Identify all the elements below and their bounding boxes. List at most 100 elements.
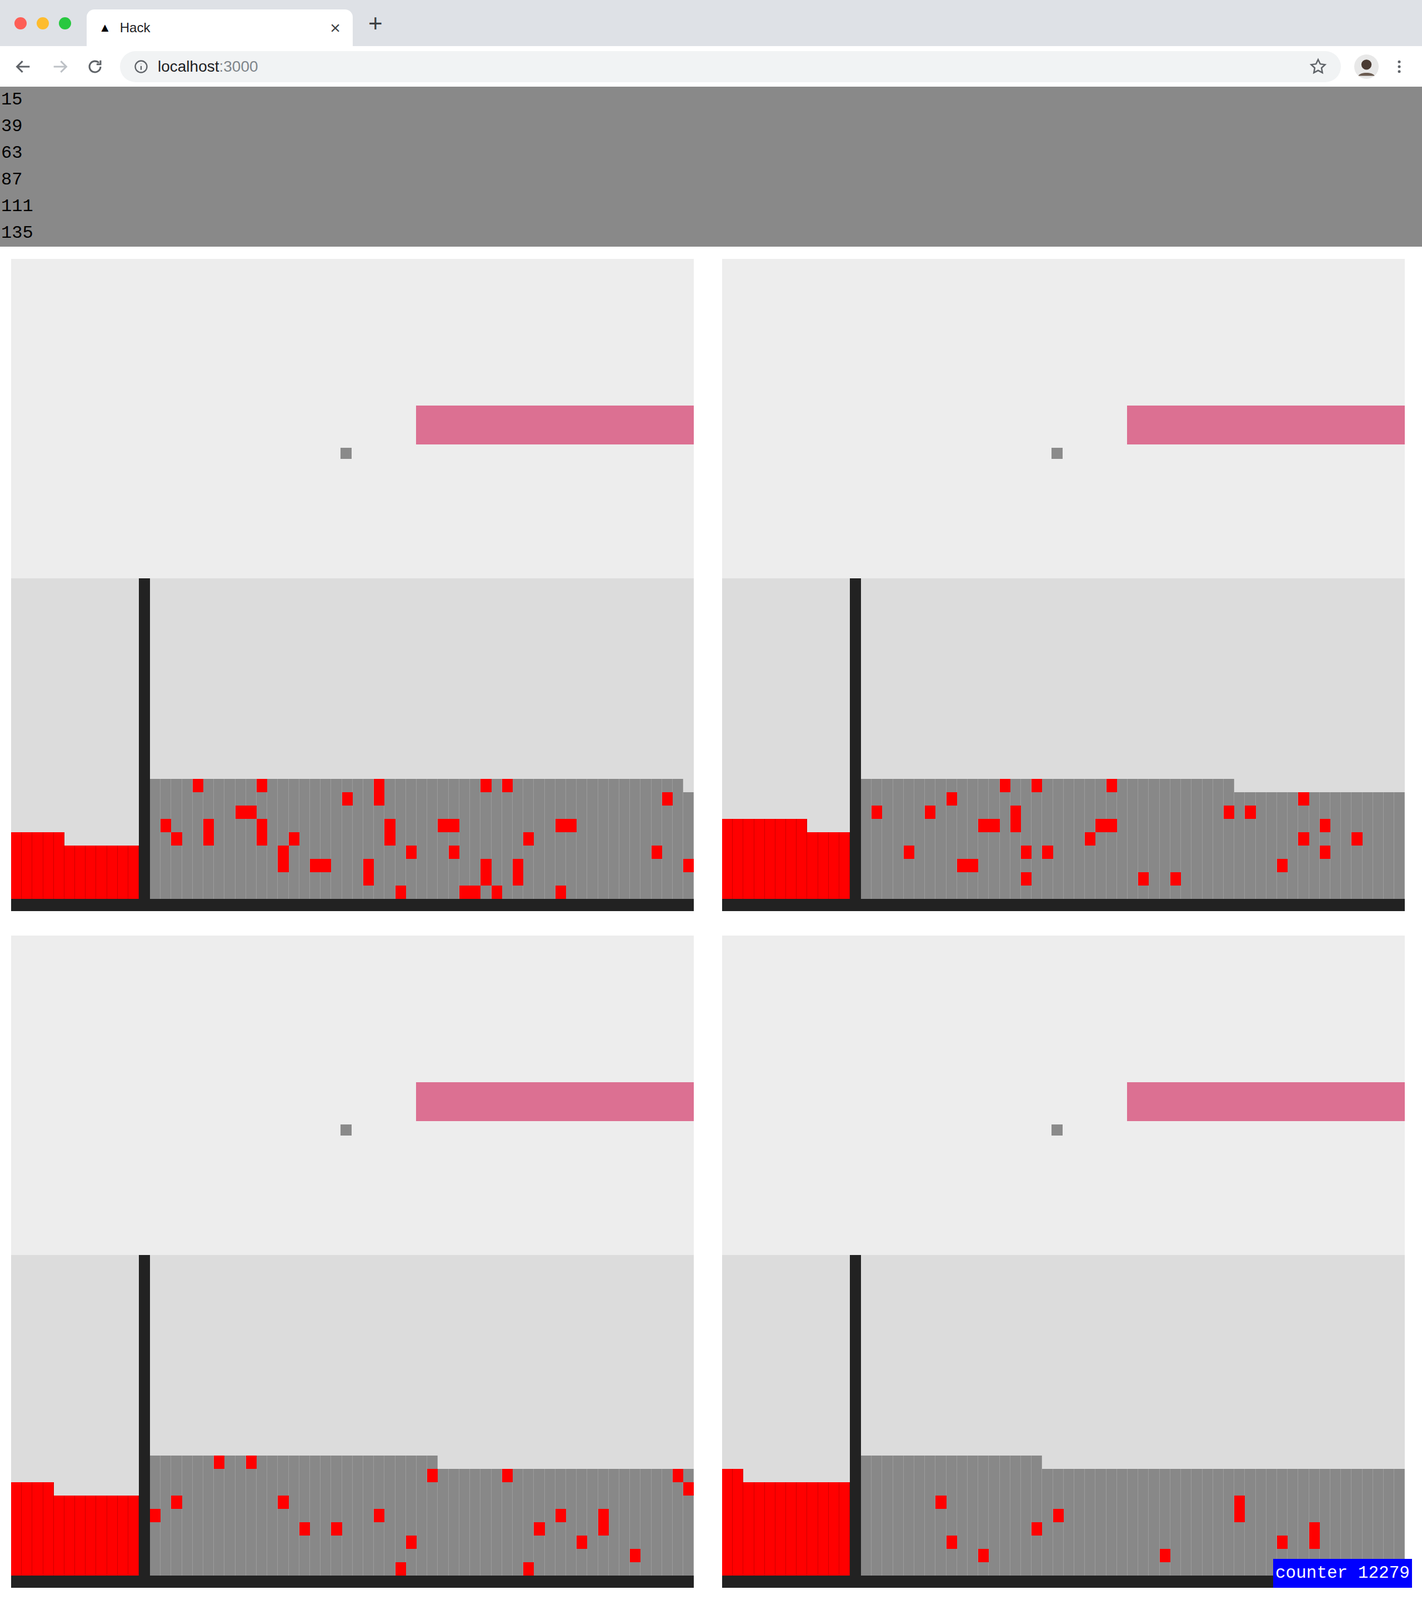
gray-cell (277, 1561, 289, 1576)
gray-cell (924, 1535, 936, 1549)
gray-cell (299, 778, 310, 793)
gray-cell (1223, 1561, 1235, 1576)
gray-cell (1234, 1561, 1245, 1576)
gray-cell (533, 1561, 545, 1576)
gray-cell (235, 1535, 247, 1549)
gray-cell (1298, 1468, 1309, 1482)
forward-arrow-icon[interactable] (50, 57, 70, 77)
red-column (732, 818, 744, 899)
gray-cell (523, 1468, 534, 1482)
gray-cell (182, 1521, 193, 1536)
gray-cell (1031, 1481, 1043, 1496)
gray-cell (342, 1508, 353, 1522)
gray-cell (224, 1548, 235, 1562)
close-window-button[interactable] (14, 17, 27, 30)
red-column (743, 818, 754, 899)
gray-cell (1020, 858, 1032, 873)
gray-cell (1266, 1481, 1278, 1496)
gray-cell (277, 1548, 289, 1562)
gray-cell (192, 792, 204, 806)
gray-cell (309, 832, 321, 846)
gray-cell (1084, 792, 1096, 806)
gray-column (235, 1455, 247, 1576)
gray-cell (1213, 1561, 1224, 1576)
gray-cell (171, 885, 182, 899)
gray-cell (566, 1508, 577, 1522)
gray-cell (1266, 818, 1278, 833)
gray-cell (288, 1481, 300, 1496)
gray-cell (598, 1468, 609, 1482)
gray-cell (860, 1561, 872, 1576)
menu-dots-icon[interactable] (1390, 58, 1408, 75)
red-cell (935, 1495, 946, 1509)
gray-cell (1148, 1521, 1160, 1536)
gray-cell (331, 1535, 342, 1549)
gray-cell (882, 872, 893, 886)
zoom-window-button[interactable] (58, 17, 72, 30)
gray-cell (1287, 845, 1299, 859)
gray-cell (672, 1561, 684, 1576)
gray-cell (267, 1481, 278, 1496)
gray-cell (1148, 792, 1160, 806)
gray-column (512, 1468, 524, 1576)
gray-cell (957, 1535, 968, 1549)
gray-cell (924, 1481, 936, 1496)
gray-cell (1117, 872, 1128, 886)
close-tab-button[interactable]: × (329, 18, 341, 37)
gray-cell (1053, 872, 1064, 886)
minimize-window-button[interactable] (36, 17, 49, 30)
gray-cell (946, 805, 958, 819)
gray-cell (299, 832, 310, 846)
gray-cell (576, 1481, 588, 1496)
gray-cell (235, 872, 247, 886)
gray-cell (1244, 792, 1256, 806)
gray-cell (860, 832, 872, 846)
bookmark-star-icon[interactable] (1308, 57, 1328, 77)
gray-cell (1191, 858, 1203, 873)
red-cell (1031, 778, 1043, 793)
gray-cell (1383, 885, 1395, 899)
new-tab-button[interactable]: + (368, 11, 383, 36)
gray-cell (331, 1508, 342, 1522)
gray-cell (448, 858, 460, 873)
red-cell (1159, 1548, 1171, 1562)
gray-cell (299, 885, 310, 899)
gray-cell (1244, 1521, 1256, 1536)
gray-cell (309, 818, 321, 833)
back-arrow-icon[interactable] (13, 57, 33, 77)
gray-cell (1330, 872, 1341, 886)
gray-cell (406, 1455, 417, 1469)
address-bar[interactable]: localhost:3000 (119, 51, 1341, 83)
gray-cell (523, 1495, 534, 1509)
gray-cell (416, 805, 428, 819)
gray-column (1074, 1468, 1085, 1576)
gray-cell (893, 885, 904, 899)
gray-cell (1309, 818, 1320, 833)
gray-cell (309, 1468, 321, 1482)
gray-cell (1084, 818, 1096, 833)
red-cell (1106, 818, 1118, 833)
info-icon[interactable] (133, 58, 149, 75)
gray-cell (213, 818, 225, 833)
gray-cell (566, 832, 577, 846)
gray-column (882, 1455, 893, 1576)
gray-column (267, 1455, 278, 1576)
falling-block (1051, 1124, 1063, 1136)
gray-cell (672, 792, 684, 806)
red-column (64, 845, 75, 899)
gray-cell (363, 845, 374, 859)
gray-cell (437, 1508, 449, 1522)
profile-avatar-icon[interactable] (1354, 54, 1379, 79)
gray-cell (427, 805, 438, 819)
gray-cell (882, 1468, 893, 1482)
gray-cell (149, 1495, 161, 1509)
gray-cell (427, 885, 438, 899)
gray-cell (406, 1481, 417, 1496)
gray-cell (160, 1521, 172, 1536)
browser-tab[interactable]: ▲ Hack × (86, 9, 353, 47)
reload-icon[interactable] (85, 57, 105, 77)
red-cell (320, 858, 332, 873)
gray-column (427, 778, 438, 899)
gray-cell (267, 1521, 278, 1536)
gray-cell (1159, 778, 1171, 793)
